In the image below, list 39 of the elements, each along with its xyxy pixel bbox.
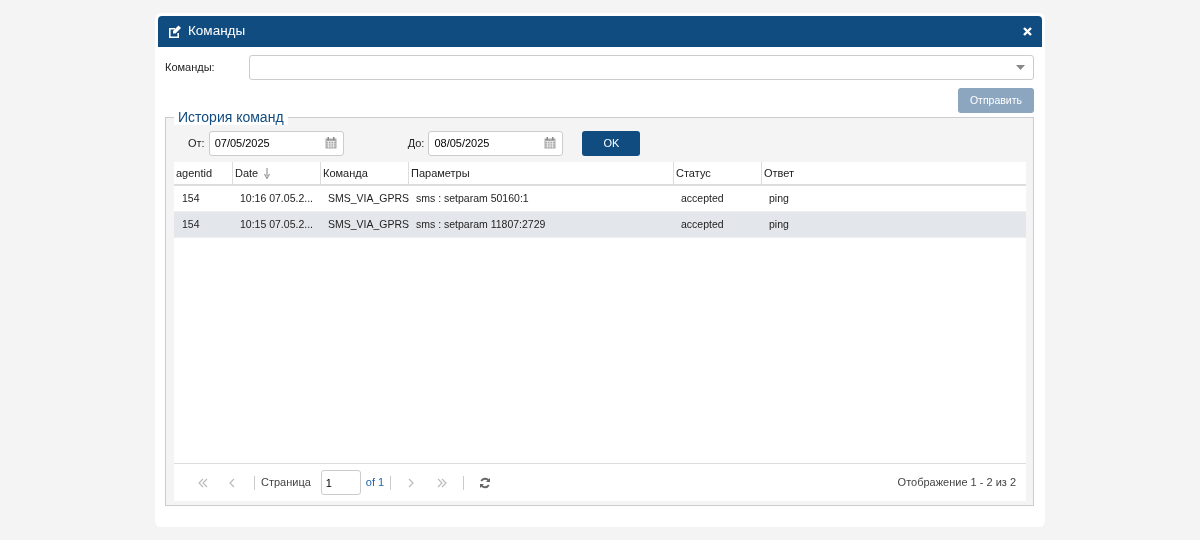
table-cell: ping [769,191,789,204]
edit-icon [168,25,182,38]
sort-arrow-icon[interactable] [264,167,271,179]
field-label: От: [187,135,206,151]
table-cell: sms : setparam 11807:2729 [416,217,546,230]
ok-button[interactable]: OK [582,130,641,156]
table-cell: 10:15 07.05.2... [240,217,313,230]
paging-summary: Отображение 1 - 2 из 2 [897,475,1016,491]
field-label: До: [406,135,426,151]
table-cell: 154 [182,217,200,230]
field-label: Команды: [165,60,216,76]
panel-legend: История команд [174,109,288,125]
column-header[interactable]: Ответ [761,162,1026,184]
page-label: Страница [261,475,311,491]
column-header[interactable]: agentid [174,162,232,184]
column-label: Date [235,165,259,181]
table-cell: sms : setparam 50160:1 [416,191,529,204]
table-cell: SMS_VIA_GPRS [328,191,410,204]
dialog-title: Команды [188,22,246,41]
date-field[interactable]: 07/05/2025 [208,130,344,156]
page-input[interactable]: 1 [320,470,361,495]
table-cell: ping [769,217,789,230]
page-count: of 1 [365,475,385,491]
date-field[interactable]: 08/05/2025 [428,130,564,156]
column-header[interactable]: Параметры [408,162,673,184]
table-cell: accepted [681,217,724,230]
close-icon[interactable] [1023,27,1032,36]
calendar-icon[interactable] [544,136,557,149]
command-dropdown[interactable] [249,55,1034,80]
column-header[interactable]: Команда [320,162,408,184]
refresh-icon[interactable] [479,476,492,489]
column-header[interactable]: Статус [673,162,761,184]
caret-icon [1016,65,1025,70]
calendar-icon[interactable] [324,136,337,149]
table-cell: 10:16 07.05.2... [240,191,313,204]
table-cell: accepted [681,191,724,204]
table-cell: 154 [182,191,200,204]
table-row[interactable]: 154 10:15 07.05.2... SMS_VIA_GPRS sms : setparam 11807:2729 accepted ping [174,212,1026,238]
table-cell: SMS_VIA_GPRS [328,217,410,230]
